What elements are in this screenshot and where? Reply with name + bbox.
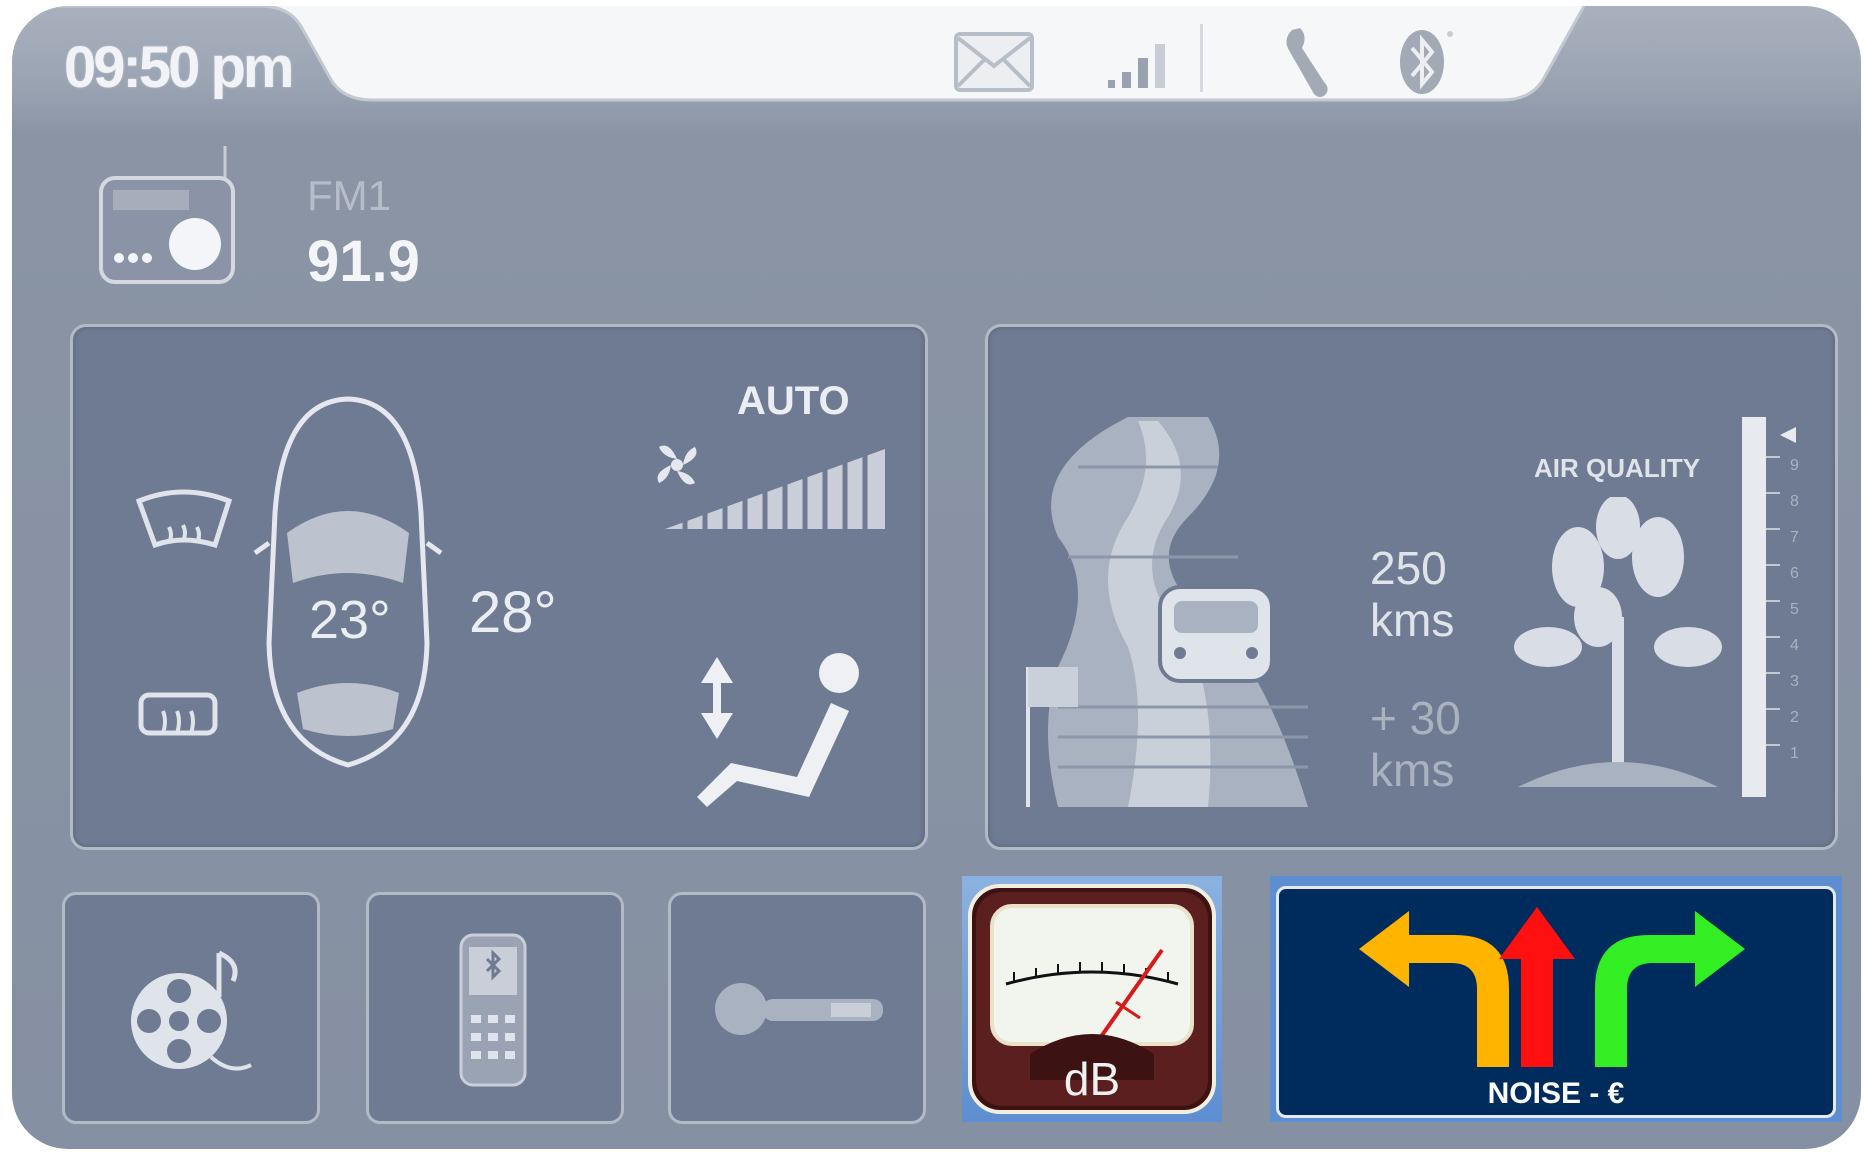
air-quality-scale <box>1742 417 1796 797</box>
windshield-defrost-icon[interactable] <box>135 487 235 567</box>
fan-mode-label[interactable]: AUTO <box>737 379 850 424</box>
noise-meter-tile[interactable]: dB <box>962 876 1222 1122</box>
rear-defrost-icon[interactable] <box>135 689 225 769</box>
direction-arrows-icon <box>1359 907 1745 1067</box>
extra-range-unit: kms <box>1370 744 1455 796</box>
clock-time: 09:50 pm <box>64 35 294 100</box>
bluetooth-phone-icon <box>459 933 527 1087</box>
mail-icon[interactable] <box>950 26 1040 98</box>
signal-icon <box>1108 44 1165 88</box>
tree-icon <box>1514 497 1722 787</box>
bluetooth-icon[interactable] <box>1390 22 1460 102</box>
trip-panel[interactable]: 250 kms + 30 kms AIR QUALITY 9 8 7 6 5 4… <box>985 324 1838 850</box>
status-bar: 09:50 pm <box>12 6 1861 110</box>
key-icon <box>715 983 883 1035</box>
air-quality-label: AIR QUALITY <box>1534 453 1701 483</box>
media-shortcut-button[interactable] <box>62 892 320 1124</box>
aq-tick-8: 8 <box>1790 493 1799 510</box>
navigation-label: NOISE - € <box>1487 1077 1625 1110</box>
seat-adjust-icon[interactable] <box>681 647 881 817</box>
aq-tick-5: 5 <box>1790 601 1799 618</box>
aq-tick-4: 4 <box>1790 637 1799 654</box>
noise-meter-unit: dB <box>1063 1053 1121 1105</box>
radio-icon[interactable] <box>97 146 257 286</box>
fan-icon <box>657 445 697 485</box>
aq-tick-6: 6 <box>1790 565 1799 582</box>
navigation-tile[interactable]: NOISE - € <box>1270 876 1842 1122</box>
aq-tick-7: 7 <box>1790 529 1799 546</box>
key-shortcut-button[interactable] <box>668 892 926 1124</box>
phone-shortcut-button[interactable] <box>366 892 624 1124</box>
aq-tick-2: 2 <box>1790 709 1799 726</box>
inside-temperature: 23° <box>309 590 391 650</box>
aq-tick-1: 1 <box>1790 745 1799 762</box>
climate-panel[interactable]: 23° 28° AUTO <box>70 324 928 850</box>
range-value: 250 <box>1370 542 1447 594</box>
car-top-icon <box>253 396 443 768</box>
radio-band: FM1 <box>307 172 391 219</box>
wrench-icon[interactable] <box>1274 24 1344 102</box>
range-unit: kms <box>1370 594 1455 646</box>
film-music-icon <box>131 950 252 1071</box>
status-divider <box>1200 24 1203 92</box>
road-icon <box>1026 417 1308 807</box>
extra-range-value: + 30 <box>1370 692 1461 744</box>
navigation-panel[interactable]: NOISE - € <box>1276 886 1836 1118</box>
outside-temperature: 28° <box>469 580 557 645</box>
aq-tick-9: 9 <box>1790 457 1799 474</box>
aq-tick-3: 3 <box>1790 673 1799 690</box>
radio-frequency[interactable]: 91.9 <box>307 228 420 295</box>
